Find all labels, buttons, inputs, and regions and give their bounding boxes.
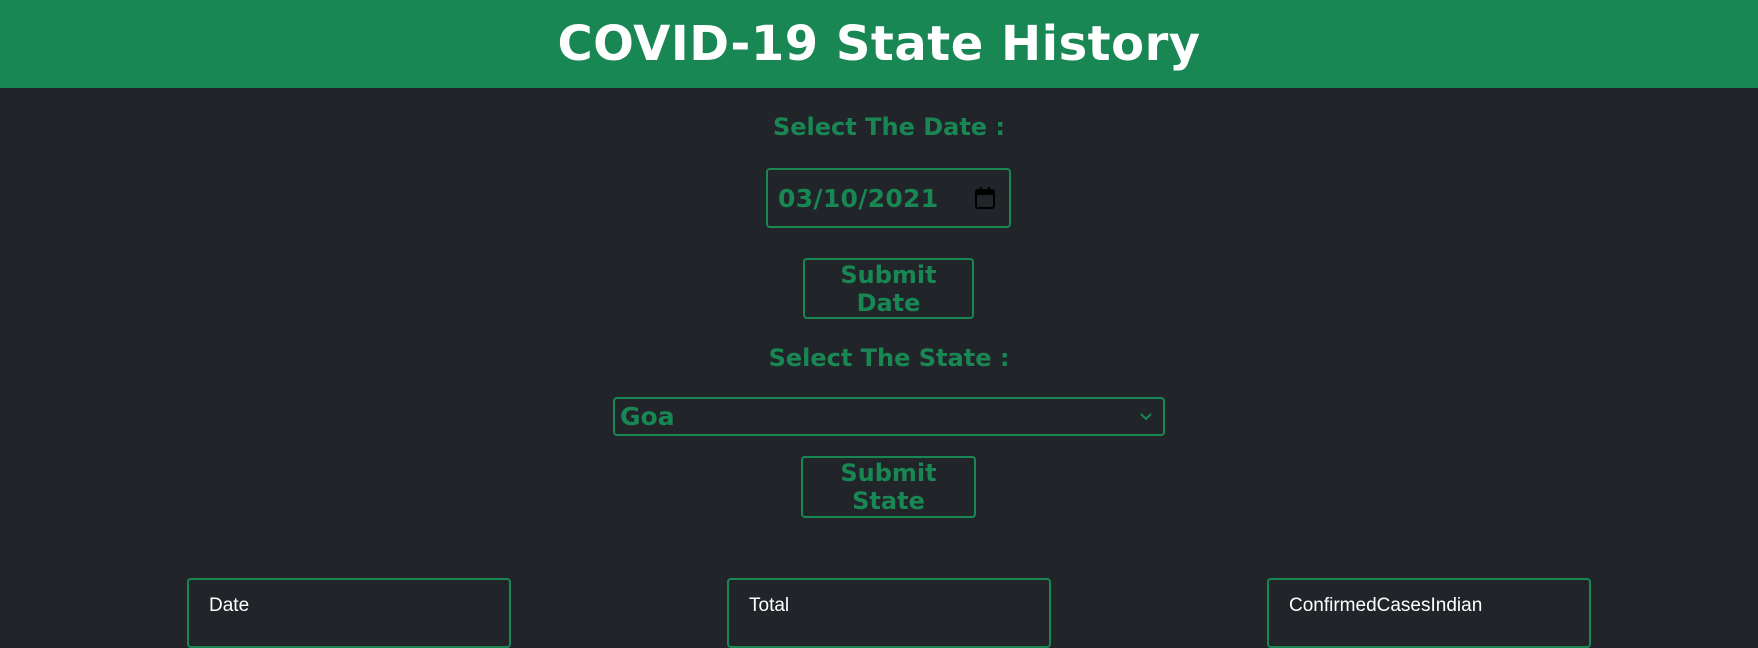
card-label: Date — [209, 595, 250, 616]
card-total: Total — [727, 578, 1051, 648]
submit-state-button[interactable]: Submit State — [801, 456, 976, 518]
date-input-value: 03/10/2021 — [778, 183, 939, 213]
calendar-icon[interactable] — [975, 187, 995, 209]
submit-date-button[interactable]: Submit Date — [803, 258, 974, 319]
card-confirmed-indian: ConfirmedCasesIndian — [1267, 578, 1591, 648]
date-label: Select The Date : — [772, 113, 1006, 141]
state-select[interactable]: Goa — [613, 397, 1165, 436]
card-label: ConfirmedCasesIndian — [1289, 595, 1483, 616]
state-select-value: Goa — [620, 402, 675, 431]
state-label: Select The State : — [768, 344, 1010, 372]
card-date: Date — [187, 578, 511, 648]
date-input[interactable]: 03/10/2021 — [766, 168, 1011, 228]
page-header: COVID-19 State History — [0, 0, 1758, 88]
card-label: Total — [749, 595, 790, 616]
page-title: COVID-19 State History — [557, 16, 1201, 72]
chevron-down-icon — [1139, 407, 1153, 426]
